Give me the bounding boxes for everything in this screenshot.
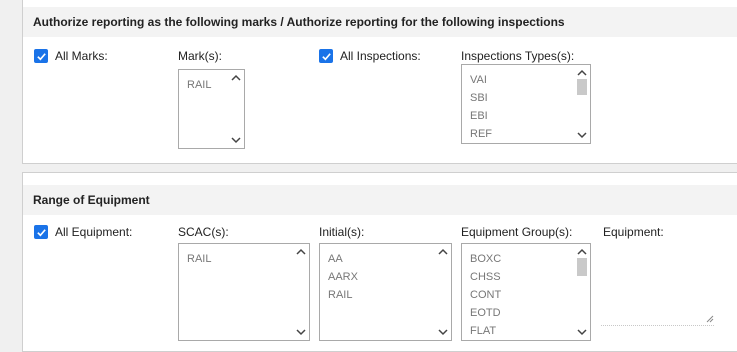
equipment-group-list-item[interactable]: CHSS <box>470 268 501 286</box>
scac-label: SCAC(s): <box>178 225 229 239</box>
scroll-up-icon[interactable] <box>577 69 587 77</box>
scroll-down-icon[interactable] <box>296 328 306 336</box>
equipment-section-header: Range of Equipment <box>23 185 737 215</box>
resize-handle-icon[interactable] <box>704 313 714 323</box>
scroll-down-icon[interactable] <box>577 131 587 139</box>
scac-scrollbar[interactable] <box>293 244 309 340</box>
initials-list: AA AARX RAIL <box>328 250 358 304</box>
initials-scrollbar[interactable] <box>435 244 451 340</box>
inspection-type-list-item[interactable]: REF <box>470 125 492 143</box>
equipment-label: Equipment: <box>603 225 664 239</box>
marks-listbox[interactable]: RAIL <box>178 69 245 149</box>
marks-scrollbar[interactable] <box>228 70 244 148</box>
all-inspections-checkbox-row[interactable]: All Inspections: <box>319 49 421 63</box>
scroll-up-icon[interactable] <box>231 74 241 82</box>
marks-label: Mark(s): <box>178 49 222 63</box>
all-marks-checkbox[interactable] <box>34 49 48 63</box>
all-equipment-label: All Equipment: <box>55 225 133 239</box>
scroll-down-icon[interactable] <box>577 328 587 336</box>
check-icon <box>36 228 46 236</box>
scroll-down-icon[interactable] <box>231 136 241 144</box>
initials-list-item[interactable]: AARX <box>328 268 358 286</box>
marks-section-header: Authorize reporting as the following mar… <box>23 7 737 37</box>
check-icon <box>36 52 46 60</box>
marks-list: RAIL <box>187 76 211 94</box>
scroll-thumb[interactable] <box>577 258 587 276</box>
equipment-group-list-item[interactable]: CONT <box>470 286 501 304</box>
all-marks-label: All Marks: <box>55 49 108 63</box>
scac-list: RAIL <box>187 250 211 268</box>
inspection-types-list: VAI SBI EBI REF <box>470 71 492 143</box>
all-equipment-checkbox-row[interactable]: All Equipment: <box>34 225 132 239</box>
scroll-up-icon[interactable] <box>296 248 306 256</box>
equipment-group-list-item[interactable]: FLAT <box>470 322 501 340</box>
scroll-up-icon[interactable] <box>577 248 587 256</box>
all-inspections-label: All Inspections: <box>340 49 421 63</box>
check-icon <box>321 52 331 60</box>
initials-listbox[interactable]: AA AARX RAIL <box>319 243 452 341</box>
equipment-group-list-item[interactable]: EOTD <box>470 304 501 322</box>
equipment-group-scrollbar[interactable] <box>574 244 590 340</box>
equipment-group-list-item[interactable]: BOXC <box>470 250 501 268</box>
equipment-panel: Range of Equipment All Equipment: SCAC(s… <box>22 172 737 352</box>
equipment-textarea[interactable] <box>601 243 714 326</box>
equipment-group-list: BOXC CHSS CONT EOTD FLAT <box>470 250 501 340</box>
initials-list-item[interactable]: RAIL <box>328 286 358 304</box>
initials-list-item[interactable]: AA <box>328 250 358 268</box>
scroll-thumb[interactable] <box>577 79 587 95</box>
scac-list-item[interactable]: RAIL <box>187 250 211 268</box>
all-inspections-checkbox[interactable] <box>319 49 333 63</box>
scac-listbox[interactable]: RAIL <box>178 243 310 341</box>
all-equipment-checkbox[interactable] <box>34 225 48 239</box>
inspection-types-label: Inspections Types(s): <box>461 49 575 63</box>
initials-label: Initial(s): <box>319 225 365 239</box>
scroll-down-icon[interactable] <box>438 328 448 336</box>
equipment-group-listbox[interactable]: BOXC CHSS CONT EOTD FLAT <box>461 243 591 341</box>
scroll-up-icon[interactable] <box>438 248 448 256</box>
equipment-group-label: Equipment Group(s): <box>461 225 573 239</box>
inspection-types-scrollbar[interactable] <box>574 65 590 143</box>
inspection-type-list-item[interactable]: EBI <box>470 107 492 125</box>
inspection-type-list-item[interactable]: SBI <box>470 89 492 107</box>
inspection-types-listbox[interactable]: VAI SBI EBI REF <box>461 64 591 144</box>
marks-list-item[interactable]: RAIL <box>187 76 211 94</box>
inspection-type-list-item[interactable]: VAI <box>470 71 492 89</box>
marks-panel: Authorize reporting as the following mar… <box>22 0 737 164</box>
all-marks-checkbox-row[interactable]: All Marks: <box>34 49 108 63</box>
